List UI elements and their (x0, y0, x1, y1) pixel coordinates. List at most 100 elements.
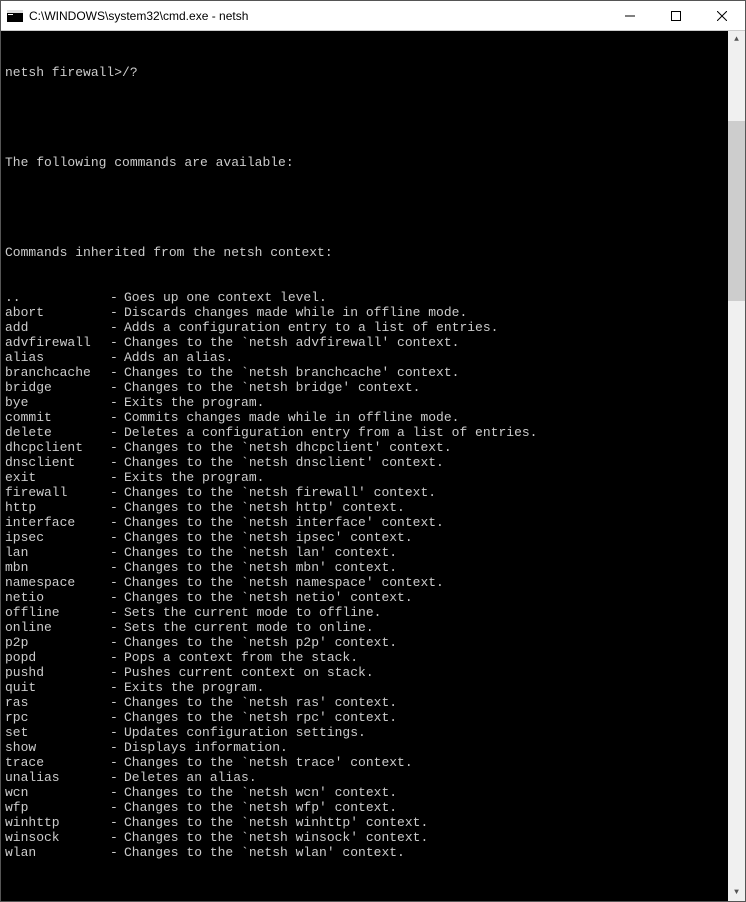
command-row: bye- Exits the program. (5, 395, 728, 410)
scroll-up-arrow[interactable]: ▲ (728, 31, 745, 48)
command-separator: - (110, 590, 124, 605)
command-description: Pops a context from the stack. (124, 650, 728, 665)
command-description: Changes to the `netsh interface' context… (124, 515, 728, 530)
command-row: firewall- Changes to the `netsh firewall… (5, 485, 728, 500)
scroll-down-arrow[interactable]: ▼ (728, 884, 745, 901)
command-separator: - (110, 560, 124, 575)
command-separator: - (110, 650, 124, 665)
command-name: winhttp (5, 815, 110, 830)
command-row: wlan- Changes to the `netsh wlan' contex… (5, 845, 728, 860)
command-separator: - (110, 785, 124, 800)
command-name: netio (5, 590, 110, 605)
command-name: .. (5, 290, 110, 305)
command-description: Changes to the `netsh ras' context. (124, 695, 728, 710)
command-description: Changes to the `netsh mbn' context. (124, 560, 728, 575)
command-row: offline- Sets the current mode to offlin… (5, 605, 728, 620)
command-row: commit- Commits changes made while in of… (5, 410, 728, 425)
command-name: offline (5, 605, 110, 620)
command-separator: - (110, 455, 124, 470)
command-description: Adds an alias. (124, 350, 728, 365)
command-name: dhcpclient (5, 440, 110, 455)
command-description: Changes to the `netsh http' context. (124, 500, 728, 515)
command-description: Updates configuration settings. (124, 725, 728, 740)
command-row: exit- Exits the program. (5, 470, 728, 485)
command-row: advfirewall- Changes to the `netsh advfi… (5, 335, 728, 350)
command-row: ..- Goes up one context level. (5, 290, 728, 305)
close-button[interactable] (699, 1, 745, 30)
command-name: trace (5, 755, 110, 770)
command-name: firewall (5, 485, 110, 500)
command-separator: - (110, 770, 124, 785)
command-separator: - (110, 830, 124, 845)
command-description: Changes to the `netsh wfp' context. (124, 800, 728, 815)
command-row: branchcache- Changes to the `netsh branc… (5, 365, 728, 380)
command-separator: - (110, 710, 124, 725)
command-description: Changes to the `netsh p2p' context. (124, 635, 728, 650)
command-name: delete (5, 425, 110, 440)
maximize-button[interactable] (653, 1, 699, 30)
command-name: unalias (5, 770, 110, 785)
command-description: Changes to the `netsh trace' context. (124, 755, 728, 770)
command-row: namespace- Changes to the `netsh namespa… (5, 575, 728, 590)
command-name: quit (5, 680, 110, 695)
command-row: ipsec- Changes to the `netsh ipsec' cont… (5, 530, 728, 545)
command-row: alias- Adds an alias. (5, 350, 728, 365)
command-description: Changes to the `netsh wcn' context. (124, 785, 728, 800)
command-row: wcn- Changes to the `netsh wcn' context. (5, 785, 728, 800)
command-separator: - (110, 290, 124, 305)
command-row: winsock- Changes to the `netsh winsock' … (5, 830, 728, 845)
command-row: pushd- Pushes current context on stack. (5, 665, 728, 680)
prompt-line: netsh firewall>/? (5, 65, 728, 80)
command-description: Changes to the `netsh dhcpclient' contex… (124, 440, 728, 455)
command-row: interface- Changes to the `netsh interfa… (5, 515, 728, 530)
command-row: dhcpclient- Changes to the `netsh dhcpcl… (5, 440, 728, 455)
command-separator: - (110, 470, 124, 485)
command-row: ras- Changes to the `netsh ras' context. (5, 695, 728, 710)
command-description: Changes to the `netsh netio' context. (124, 590, 728, 605)
command-row: netio- Changes to the `netsh netio' cont… (5, 590, 728, 605)
command-name: wcn (5, 785, 110, 800)
command-separator: - (110, 845, 124, 860)
command-row: winhttp- Changes to the `netsh winhttp' … (5, 815, 728, 830)
command-separator: - (110, 380, 124, 395)
terminal-output[interactable]: netsh firewall>/? The following commands… (1, 31, 728, 901)
command-separator: - (110, 500, 124, 515)
command-name: commit (5, 410, 110, 425)
command-row: bridge- Changes to the `netsh bridge' co… (5, 380, 728, 395)
command-separator: - (110, 665, 124, 680)
command-description: Changes to the `netsh winsock' context. (124, 830, 728, 845)
vertical-scrollbar[interactable]: ▲ ▼ (728, 31, 745, 901)
command-row: abort- Discards changes made while in of… (5, 305, 728, 320)
section-header-inherited: Commands inherited from the netsh contex… (5, 245, 728, 260)
command-description: Discards changes made while in offline m… (124, 305, 728, 320)
command-name: namespace (5, 575, 110, 590)
command-row: delete- Deletes a configuration entry fr… (5, 425, 728, 440)
command-row: dnsclient- Changes to the `netsh dnsclie… (5, 455, 728, 470)
command-name: bridge (5, 380, 110, 395)
command-separator: - (110, 605, 124, 620)
window-title: C:\WINDOWS\system32\cmd.exe - netsh (29, 9, 607, 23)
command-name: online (5, 620, 110, 635)
command-description: Deletes a configuration entry from a lis… (124, 425, 728, 440)
command-name: interface (5, 515, 110, 530)
command-description: Changes to the `netsh namespace' context… (124, 575, 728, 590)
command-name: advfirewall (5, 335, 110, 350)
command-separator: - (110, 395, 124, 410)
command-name: bye (5, 395, 110, 410)
minimize-button[interactable] (607, 1, 653, 30)
command-description: Exits the program. (124, 470, 728, 485)
command-name: rpc (5, 710, 110, 725)
scroll-thumb[interactable] (728, 121, 745, 301)
command-description: Sets the current mode to online. (124, 620, 728, 635)
command-description: Commits changes made while in offline mo… (124, 410, 728, 425)
command-separator: - (110, 620, 124, 635)
command-description: Sets the current mode to offline. (124, 605, 728, 620)
command-row: mbn- Changes to the `netsh mbn' context. (5, 560, 728, 575)
command-description: Changes to the `netsh lan' context. (124, 545, 728, 560)
command-separator: - (110, 680, 124, 695)
command-description: Changes to the `netsh wlan' context. (124, 845, 728, 860)
command-name: http (5, 500, 110, 515)
command-description: Changes to the `netsh bridge' context. (124, 380, 728, 395)
command-separator: - (110, 485, 124, 500)
command-separator: - (110, 365, 124, 380)
